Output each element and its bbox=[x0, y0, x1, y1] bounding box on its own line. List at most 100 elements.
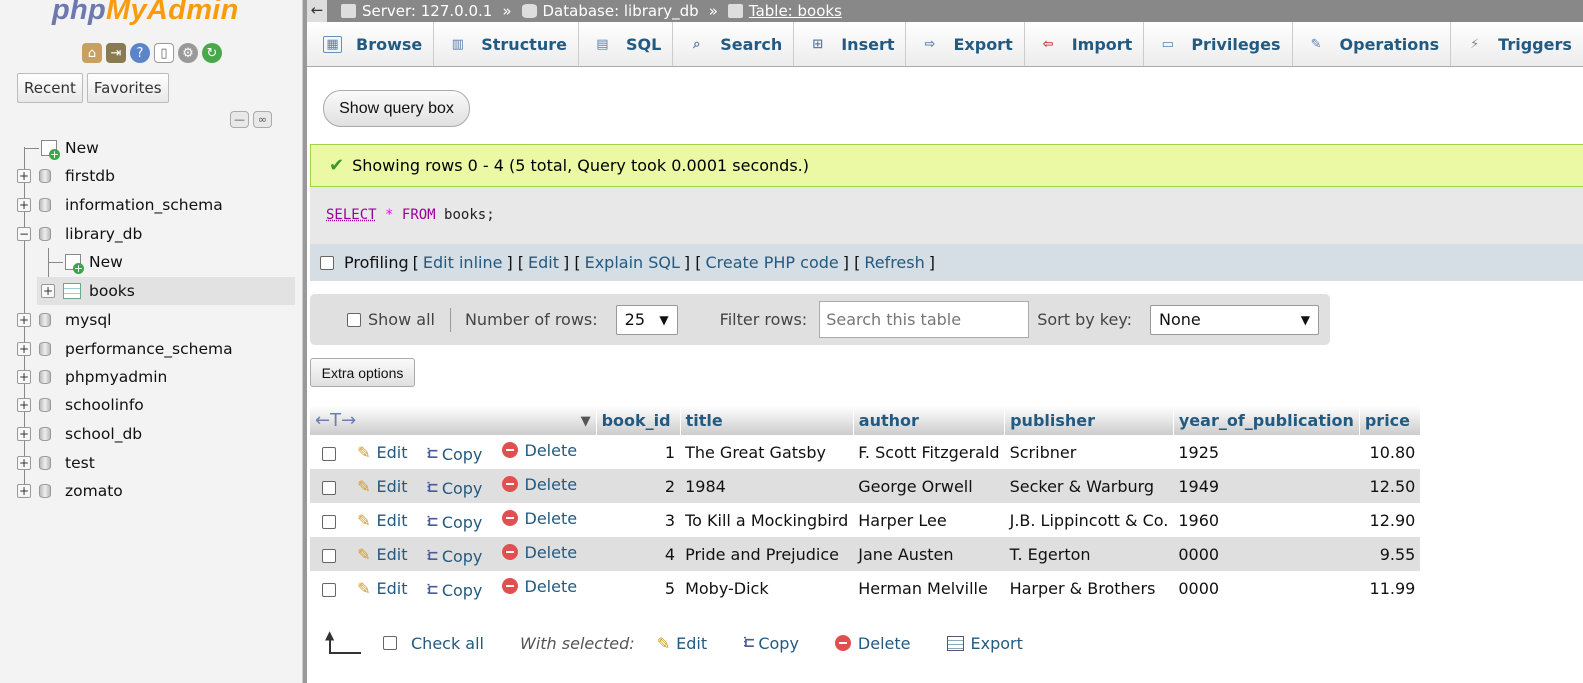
settings-icon[interactable]: ⚙ bbox=[178, 43, 198, 63]
row-edit-button[interactable]: ✎ Edit bbox=[357, 443, 407, 462]
expand-icon[interactable]: + bbox=[17, 484, 31, 498]
favorites-tab[interactable]: Favorites bbox=[86, 73, 169, 103]
help-icon[interactable]: ? bbox=[130, 43, 150, 63]
row-checkbox[interactable] bbox=[322, 582, 336, 597]
tree-item-performance-schema[interactable]: + performance_schema bbox=[17, 336, 233, 362]
tab-insert[interactable]: ⊞ Insert bbox=[794, 22, 907, 66]
show-query-box-button[interactable]: Show query box bbox=[323, 90, 470, 127]
expand-icon[interactable]: + bbox=[17, 398, 31, 412]
extra-options-button[interactable]: Extra options bbox=[310, 358, 415, 387]
tab-search[interactable]: ⌕ Search bbox=[673, 22, 795, 66]
tree-item-library-db[interactable]: − library_db bbox=[17, 221, 142, 247]
expand-icon[interactable]: + bbox=[17, 427, 31, 441]
phpmyadmin-logo[interactable]: phpMyAdmin bbox=[52, 0, 239, 27]
row-edit-button[interactable]: ✎ Edit bbox=[357, 477, 407, 496]
logout-icon[interactable]: ⇥ bbox=[106, 43, 126, 63]
edit-link[interactable]: Edit bbox=[528, 253, 559, 272]
column-arrows-icon[interactable]: ←T→ bbox=[315, 410, 356, 431]
column-header-publisher[interactable]: publisher bbox=[1004, 406, 1174, 435]
row-edit-button[interactable]: ✎ Edit bbox=[357, 545, 407, 564]
expand-icon[interactable]: + bbox=[17, 313, 31, 327]
tree-item-test[interactable]: + test bbox=[17, 450, 95, 476]
bulk-edit-button[interactable]: ✎ Edit bbox=[657, 634, 707, 653]
collapse-arrow-icon[interactable]: ← bbox=[307, 0, 327, 22]
quick-icons: ⌂ ⇥ ? ▯ ⚙ ↻ bbox=[82, 43, 222, 63]
row-copy-button[interactable]: ⫶⊏ Copy bbox=[427, 445, 483, 464]
tab-operations[interactable]: ✎ Operations bbox=[1293, 22, 1452, 66]
tree-item-zomato[interactable]: + zomato bbox=[17, 478, 123, 504]
expand-icon[interactable]: + bbox=[17, 370, 31, 384]
tree-item-mysql[interactable]: + mysql bbox=[17, 307, 112, 333]
collapse-all-icon[interactable]: — bbox=[230, 111, 249, 128]
tab-triggers[interactable]: ⚡ Triggers bbox=[1451, 22, 1583, 66]
collapse-icon[interactable]: − bbox=[17, 227, 31, 241]
column-header-book-id[interactable]: book_id bbox=[596, 406, 681, 435]
tree-item-information-schema[interactable]: + information_schema bbox=[17, 192, 223, 218]
expand-icon[interactable]: + bbox=[17, 342, 31, 356]
row-edit-button[interactable]: ✎ Edit bbox=[357, 511, 407, 530]
tab-browse[interactable]: ▦ Browse bbox=[307, 22, 435, 66]
breadcrumb-server[interactable]: Server: 127.0.0.1 bbox=[341, 2, 492, 20]
tree-item-new-table[interactable]: New bbox=[48, 249, 123, 275]
show-all-checkbox[interactable] bbox=[347, 312, 361, 327]
breadcrumb-database[interactable]: Database: library_db bbox=[521, 2, 699, 20]
create-php-code-link[interactable]: Create PHP code bbox=[705, 253, 838, 272]
sort-dropdown-icon[interactable]: ▼ bbox=[581, 414, 591, 429]
tree-item-school-db[interactable]: + school_db bbox=[17, 421, 142, 447]
column-resize-header[interactable]: ←T→ ▼ bbox=[310, 406, 597, 435]
expand-icon[interactable]: + bbox=[17, 456, 31, 470]
row-checkbox[interactable] bbox=[322, 446, 336, 461]
row-delete-button[interactable]: Delete bbox=[501, 509, 577, 528]
cell-title: Pride and Prejudice bbox=[680, 537, 854, 571]
tree-item-firstdb[interactable]: + firstdb bbox=[17, 163, 115, 189]
column-header-author[interactable]: author bbox=[853, 406, 1006, 435]
panel-resizer[interactable] bbox=[303, 0, 307, 683]
row-delete-button[interactable]: Delete bbox=[501, 577, 577, 596]
row-delete-button[interactable]: Delete bbox=[501, 543, 577, 562]
expand-icon[interactable]: + bbox=[17, 198, 31, 212]
docs-icon[interactable]: ▯ bbox=[154, 43, 174, 63]
sql-keyword-select[interactable]: SELECT bbox=[326, 207, 377, 223]
edit-inline-link[interactable]: Edit inline bbox=[423, 253, 503, 272]
home-icon[interactable]: ⌂ bbox=[82, 43, 102, 63]
check-all-link[interactable]: Check all bbox=[411, 634, 484, 653]
row-copy-button[interactable]: ⫶⊏ Copy bbox=[427, 581, 483, 600]
rows-per-page-select[interactable]: 25 ▼ bbox=[615, 304, 678, 335]
tree-item-new-db[interactable]: New bbox=[24, 135, 99, 161]
row-checkbox[interactable] bbox=[322, 548, 336, 563]
tree-item-schoolinfo[interactable]: + schoolinfo bbox=[17, 392, 144, 418]
link-with-main-icon[interactable]: ∞ bbox=[253, 111, 272, 128]
sort-by-key-select[interactable]: None ▼ bbox=[1150, 304, 1320, 335]
row-copy-button[interactable]: ⫶⊏ Copy bbox=[427, 479, 483, 498]
reload-icon[interactable]: ↻ bbox=[202, 43, 222, 63]
row-copy-button[interactable]: ⫶⊏ Copy bbox=[427, 547, 483, 566]
breadcrumb-table[interactable]: Table: books bbox=[727, 2, 842, 20]
tab-sql[interactable]: ▤ SQL bbox=[579, 22, 674, 66]
column-header-title[interactable]: title bbox=[680, 406, 854, 435]
row-edit-button[interactable]: ✎ Edit bbox=[357, 579, 407, 598]
column-header-year-of-publication[interactable]: year_of_publication bbox=[1173, 406, 1360, 435]
column-header-price[interactable]: price bbox=[1359, 406, 1421, 435]
recent-tab[interactable]: Recent bbox=[17, 73, 83, 103]
row-checkbox[interactable] bbox=[322, 514, 336, 529]
bulk-export-button[interactable]: Export bbox=[946, 634, 1023, 653]
tree-item-phpmyadmin[interactable]: + phpmyadmin bbox=[17, 364, 167, 390]
tab-structure[interactable]: ▥ Structure bbox=[434, 22, 579, 66]
row-checkbox[interactable] bbox=[322, 480, 336, 495]
row-delete-button[interactable]: Delete bbox=[501, 441, 577, 460]
tab-privileges[interactable]: ▭ Privileges bbox=[1144, 22, 1293, 66]
expand-icon[interactable]: + bbox=[41, 284, 55, 298]
check-all-checkbox[interactable] bbox=[383, 636, 397, 650]
expand-icon[interactable]: + bbox=[17, 169, 31, 183]
profiling-checkbox[interactable] bbox=[320, 255, 334, 270]
row-copy-button[interactable]: ⫶⊏ Copy bbox=[427, 513, 483, 532]
refresh-link[interactable]: Refresh bbox=[864, 253, 924, 272]
bulk-delete-button[interactable]: Delete bbox=[834, 634, 911, 653]
filter-rows-input[interactable]: Search this table bbox=[819, 301, 1030, 338]
tab-export[interactable]: ⇨ Export bbox=[906, 22, 1025, 66]
bulk-copy-button[interactable]: ⫶⊏ Copy bbox=[743, 634, 799, 653]
explain-sql-link[interactable]: Explain SQL bbox=[585, 253, 680, 272]
row-delete-button[interactable]: Delete bbox=[501, 475, 577, 494]
tab-import[interactable]: ⇦ Import bbox=[1025, 22, 1145, 66]
tree-item-books[interactable]: + books bbox=[41, 278, 135, 304]
